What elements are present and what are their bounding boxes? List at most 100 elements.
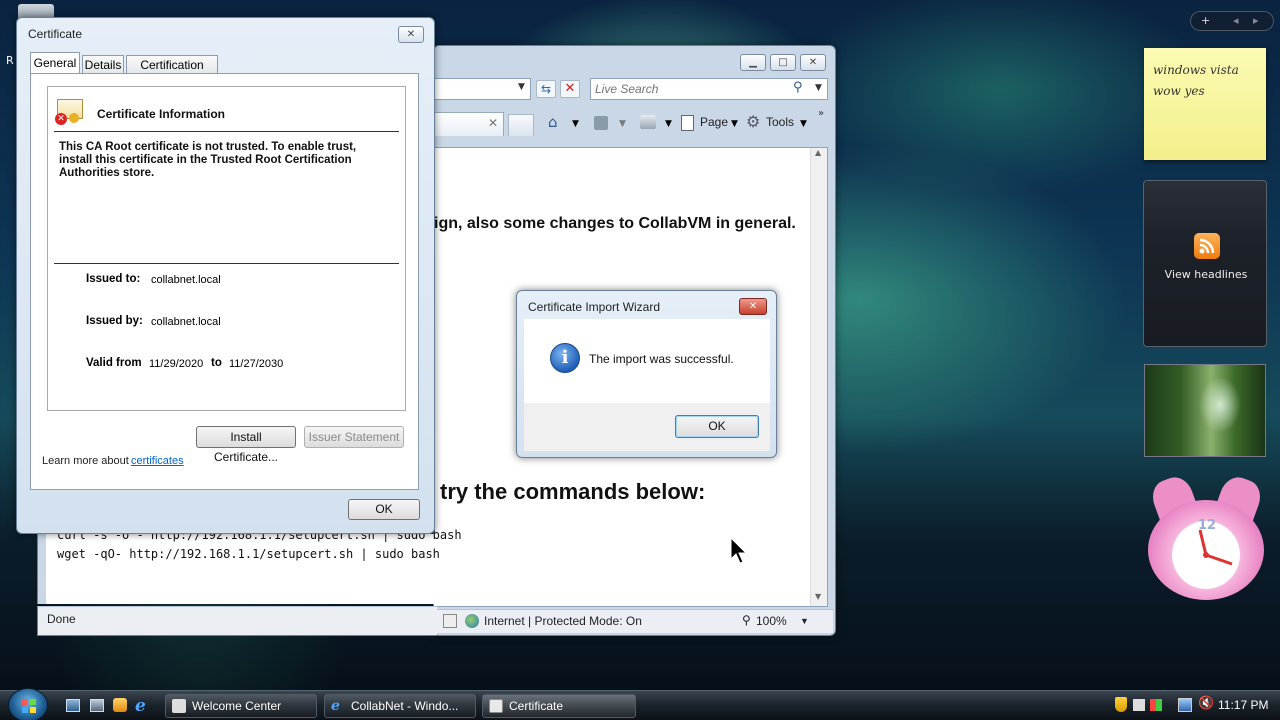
search-input[interactable] [595, 81, 785, 97]
certificate-close-button[interactable]: ✕ [398, 26, 424, 43]
taskbar-collabnet-label: CollabNet - Windo... [351, 699, 459, 713]
import-wizard-footer: OK [524, 403, 770, 451]
close-button[interactable]: ✕ [800, 54, 826, 71]
taskbar-welcome-label: Welcome Center [192, 699, 282, 713]
page-icon[interactable] [681, 115, 694, 131]
home-dropdown-icon[interactable]: ▼ [572, 119, 579, 129]
ie-frame-left [37, 534, 46, 604]
show-desktop-icon[interactable] [66, 699, 80, 712]
search-options-icon[interactable]: ▼ [815, 83, 822, 93]
sidebar-controls: + ◂ ▸ [1190, 11, 1274, 31]
certificate-info-box: ✕ Certificate Information This CA Root c… [47, 86, 406, 411]
switch-windows-icon[interactable] [90, 699, 104, 712]
trust-warning-text: This CA Root certificate is not trusted.… [59, 141, 357, 179]
issued-to-label: Issued to: [86, 273, 141, 285]
tools-dropdown-icon[interactable]: ▼ [800, 119, 807, 129]
zone-status-text[interactable]: Internet | Protected Mode: On [484, 614, 642, 628]
zoom-dropdown-icon[interactable]: ▼ [800, 616, 809, 626]
sticky-note-gadget[interactable]: windows vista wow yes [1144, 48, 1266, 160]
certificate-dialog: Certificate ✕ General Details Certificat… [16, 17, 435, 534]
install-certificate-button[interactable]: Install Certificate... [196, 426, 296, 464]
learn-more-text: Learn more about [42, 455, 129, 467]
import-wizard-ok-button[interactable]: OK [675, 415, 759, 438]
search-icon[interactable]: ⚲ [793, 80, 803, 95]
home-icon[interactable]: ⌂ [548, 113, 558, 131]
commands-heading: try the commands below: [440, 479, 706, 504]
start-button[interactable] [8, 688, 48, 720]
rss-icon [1194, 233, 1220, 259]
stop-icon[interactable]: ✕ [560, 80, 580, 98]
page-dropdown-icon[interactable]: ▼ [731, 119, 738, 129]
sidebar-next-button[interactable]: ▸ [1253, 14, 1259, 27]
vertical-scrollbar[interactable]: ▲ ▼ [810, 148, 827, 606]
tab-certification-path[interactable]: Certification Path [126, 55, 218, 90]
feeds-dropdown-icon[interactable]: ▼ [619, 119, 626, 129]
volume-muted-icon[interactable]: 🔇 [1198, 696, 1214, 711]
maximize-button[interactable]: □ [770, 54, 796, 71]
information-icon: i [550, 343, 580, 373]
network-icon[interactable] [1178, 698, 1192, 712]
taskbar: e Welcome Center e CollabNet - Windo... … [0, 690, 1280, 720]
print-dropdown-icon[interactable]: ▼ [665, 119, 672, 129]
tools-gear-icon[interactable]: ⚙ [746, 112, 760, 131]
search-box[interactable]: ⚲ ▼ [590, 78, 828, 100]
zoom-level[interactable]: 100% [756, 614, 787, 628]
valid-from-value: 11/29/2020 [149, 358, 204, 370]
media-player-icon[interactable] [113, 698, 127, 712]
tab-details-label: Details [84, 58, 122, 72]
internet-globe-icon [465, 614, 479, 628]
valid-from-label: Valid from [86, 357, 142, 369]
scroll-up-icon[interactable]: ▲ [815, 148, 821, 157]
taskbar-collabnet-ie[interactable]: e CollabNet - Windo... [324, 694, 476, 718]
issuer-statement-button[interactable]: Issuer Statement [304, 426, 404, 448]
import-wizard-dialog: Certificate Import Wizard ✕ i The import… [516, 290, 777, 458]
tab-details[interactable]: Details [82, 55, 124, 74]
welcome-center-icon [172, 699, 186, 713]
taskbar-welcome-center[interactable]: Welcome Center [165, 694, 317, 718]
tray-windows-icon[interactable] [1150, 699, 1162, 711]
feeds-icon[interactable] [594, 116, 608, 130]
heading-divider [54, 131, 399, 132]
address-bar[interactable]: ▼ [434, 78, 531, 100]
certificate-info-heading: Certificate Information [97, 107, 226, 121]
certificate-error-icon: ✕ [55, 99, 85, 125]
system-clock[interactable]: 11:17 PM [1218, 698, 1268, 712]
import-wizard-close-button[interactable]: ✕ [739, 298, 767, 315]
tab-general[interactable]: General [30, 52, 80, 74]
zoom-icon[interactable]: ⚲ [742, 613, 751, 627]
tools-menu-label[interactable]: Tools [766, 115, 794, 129]
refresh-icon[interactable]: ⇆ [536, 80, 556, 98]
ie-quicklaunch-icon[interactable]: e [135, 696, 146, 716]
status-bar: Internet | Protected Mode: On ⚲ 100% ▼ [436, 609, 833, 633]
import-success-message: The import was successful. [589, 352, 734, 366]
general-tab-panel: ✕ Certificate Information This CA Root c… [30, 73, 419, 490]
status-done-text: Done [47, 612, 76, 626]
mouse-cursor-icon [730, 536, 748, 568]
scroll-down-icon[interactable]: ▼ [815, 592, 821, 601]
print-icon[interactable] [640, 115, 656, 129]
security-shield-icon[interactable] [1115, 697, 1127, 712]
content-headline: ign, also some changes to CollabVM in ge… [434, 215, 796, 232]
minimize-button[interactable]: ▁ [740, 54, 766, 71]
page-content-left [46, 534, 434, 604]
new-tab-button[interactable] [508, 114, 534, 136]
feed-headlines-gadget[interactable]: View headlines [1143, 180, 1267, 347]
issued-to-value: collabnet.local [151, 274, 221, 286]
clock-gadget[interactable]: 12 [1148, 500, 1264, 600]
tray-notification-icon[interactable] [1133, 699, 1145, 711]
taskbar-certificate[interactable]: Certificate [482, 694, 636, 718]
address-dropdown-icon[interactable]: ▼ [518, 82, 525, 92]
import-wizard-title: Certificate Import Wizard [528, 300, 661, 314]
zone-warning-icon [443, 614, 457, 628]
sidebar-prev-button[interactable]: ◂ [1233, 14, 1239, 27]
page-menu-label[interactable]: Page [700, 115, 728, 129]
recycle-bin-label: R [6, 54, 14, 67]
browser-tab[interactable]: ✕ [434, 112, 504, 136]
slideshow-gadget[interactable] [1144, 364, 1266, 457]
certificate-ok-button[interactable]: OK [348, 499, 420, 520]
tab-close-icon[interactable]: ✕ [488, 116, 498, 130]
view-headlines-label[interactable]: View headlines [1144, 268, 1268, 281]
toolbar-chevron-icon[interactable]: » [818, 108, 824, 119]
add-gadget-button[interactable]: + [1201, 14, 1210, 27]
certificates-link[interactable]: certificates [131, 455, 184, 467]
